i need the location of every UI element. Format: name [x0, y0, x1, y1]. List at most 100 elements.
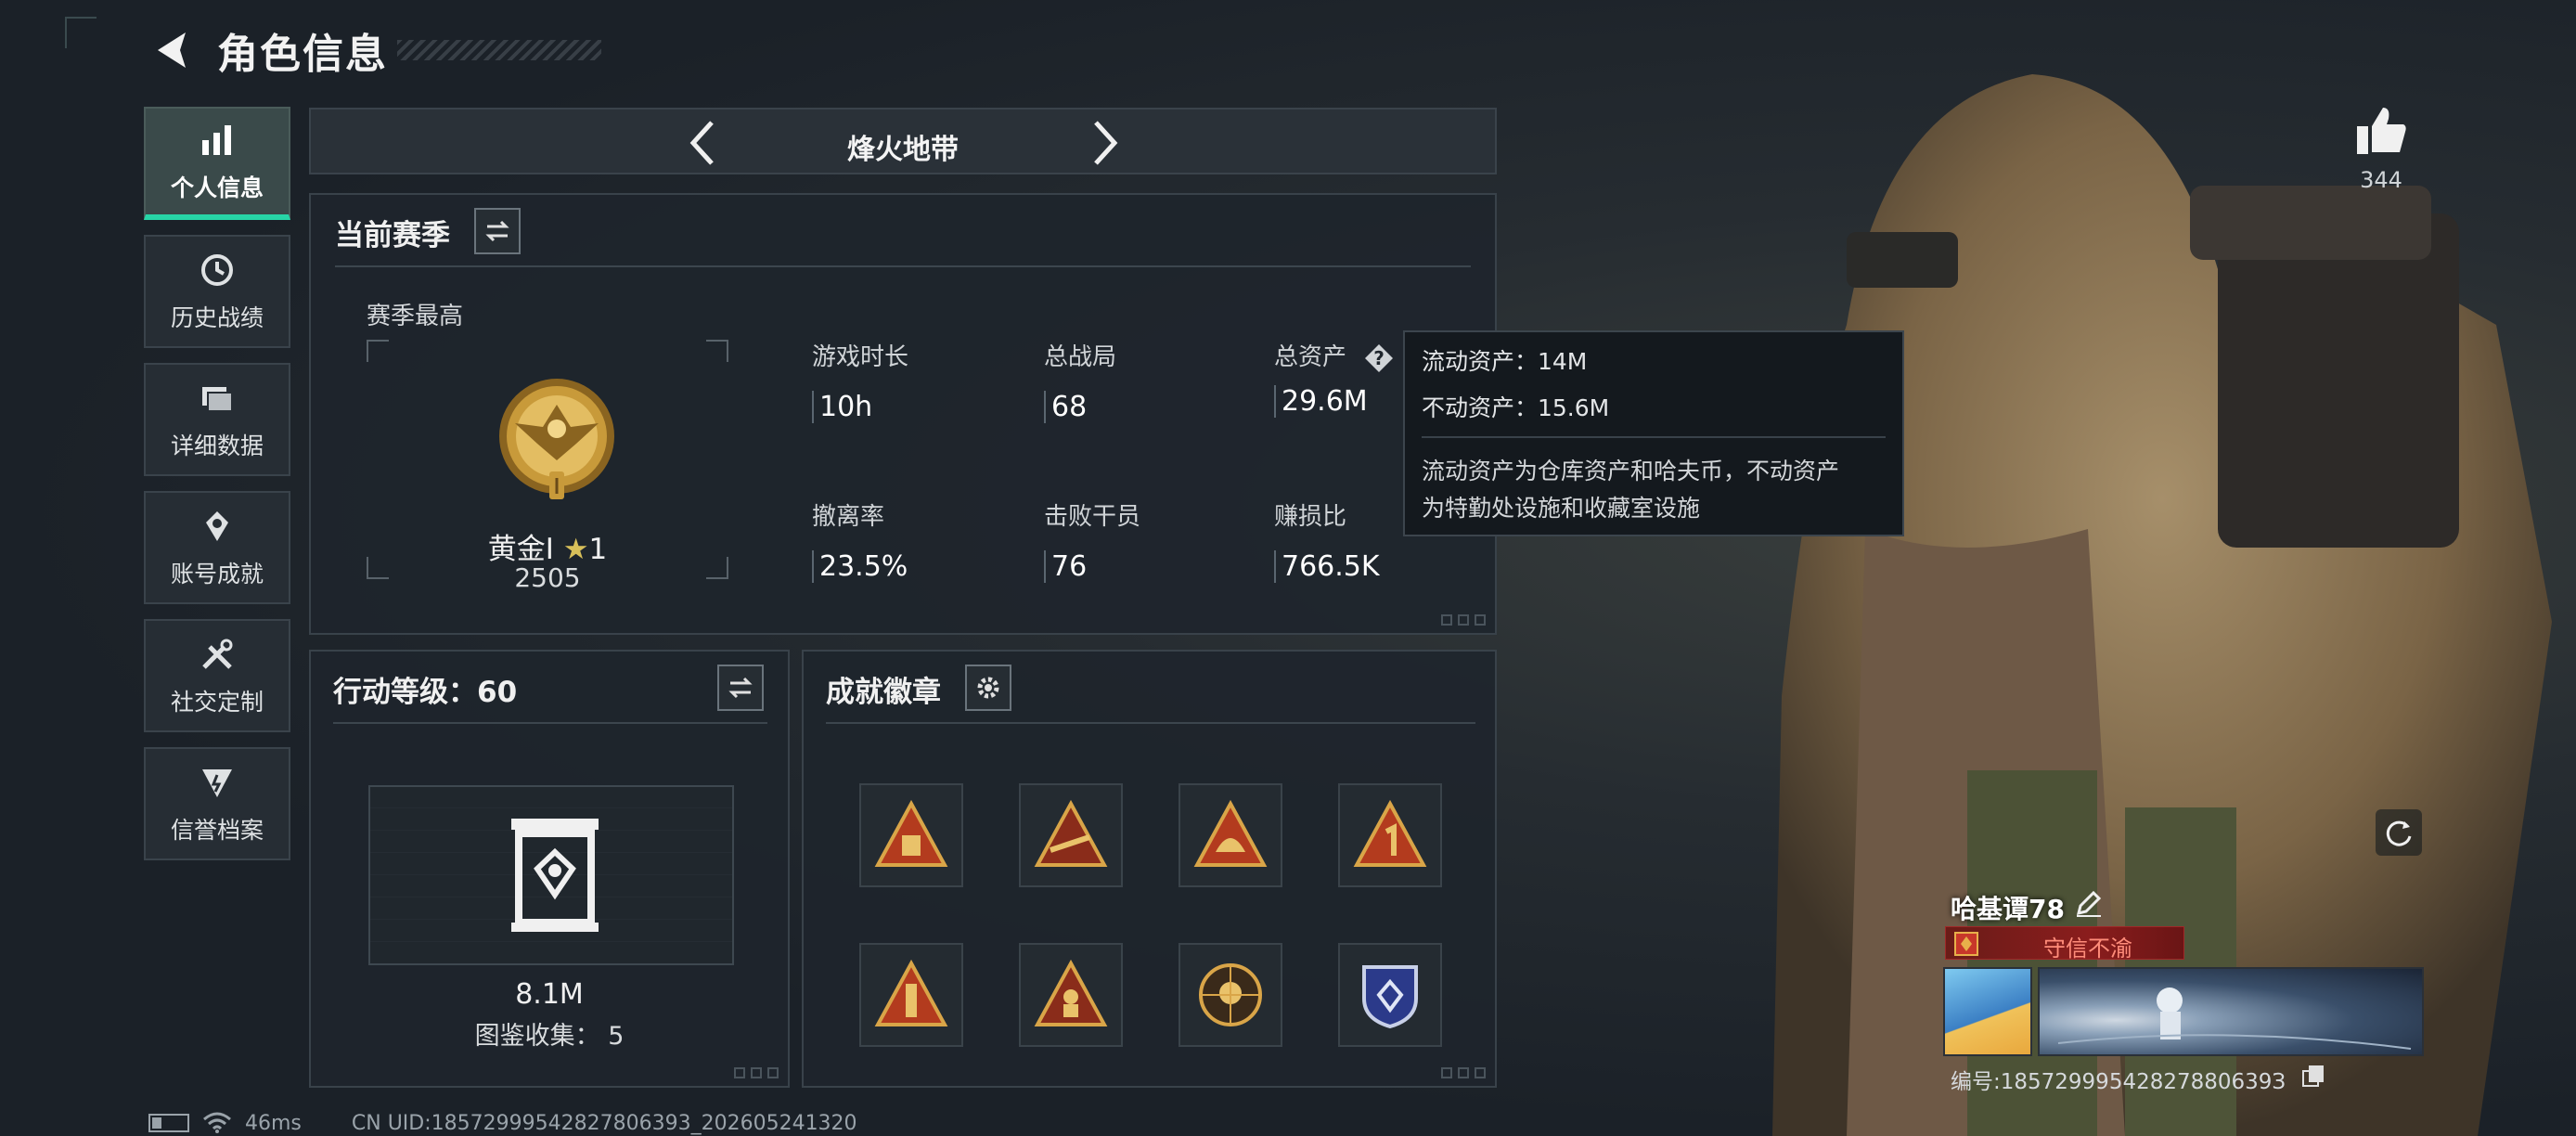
edit-icon[interactable] — [2073, 887, 2105, 919]
season-title: 当前赛季 — [335, 219, 450, 252]
badges-divider — [826, 722, 1475, 724]
sidebar-item-details[interactable]: 详细数据 — [144, 363, 290, 476]
stat-value: 68 — [1044, 391, 1248, 423]
triangle-badge-icon — [1034, 799, 1108, 867]
gold-rank-medal-icon — [499, 379, 614, 499]
frame-corner — [706, 340, 728, 362]
sidebar-item-label: 社交定制 — [170, 689, 264, 716]
stat-extraction-rate: 撤离率 23.5% — [812, 497, 1016, 583]
collection-card[interactable] — [368, 785, 734, 965]
sidebar-item-social[interactable]: 社交定制 — [144, 619, 290, 732]
stat-operators-defeated: 击败干员 76 — [1044, 497, 1248, 583]
badges-settings-button[interactable] — [965, 665, 1011, 711]
status-bar: 46ms CN UID:18572999542827806393_2026052… — [148, 1110, 857, 1136]
page-title: 角色信息 — [217, 31, 388, 78]
rank-name: 黄金Ⅰ — [487, 533, 554, 566]
badge-tower[interactable] — [859, 943, 963, 1047]
season-switch-button[interactable] — [474, 208, 521, 254]
action-level-panel: 行动等级：60 8.1M 图鉴收集： 5 — [309, 650, 790, 1088]
wifi-icon — [203, 1112, 231, 1133]
honor-title-text: 守信不渝 — [2043, 936, 2132, 962]
badge-soldier[interactable] — [1019, 943, 1123, 1047]
level-switch-button[interactable] — [717, 665, 764, 711]
rank-star-count: 1 — [588, 533, 608, 566]
season-divider — [335, 265, 1471, 267]
badge-helmet[interactable] — [1179, 783, 1282, 887]
panel-corner-decoration — [734, 1067, 779, 1078]
tooltip-liquid-assets: 流动资产：14M — [1422, 348, 1588, 375]
achievement-badges-panel: 成就徽章 — [802, 650, 1497, 1088]
profile-banner[interactable] — [2038, 967, 2424, 1056]
credit-icon — [202, 769, 232, 797]
back-arrow-icon[interactable] — [148, 27, 195, 73]
sidebar-item-label: 信誉档案 — [170, 817, 264, 844]
stat-value: 766.5K — [1274, 550, 1478, 583]
frame-corner — [367, 340, 389, 362]
badge-weapon[interactable] — [1019, 783, 1123, 887]
badges-title: 成就徽章 — [826, 676, 941, 709]
badge-skull[interactable] — [1179, 943, 1282, 1047]
sidebar-item-history[interactable]: 历史战绩 — [144, 235, 290, 348]
stat-value: 10h — [812, 391, 1016, 423]
sidebar-item-label: 详细数据 — [170, 432, 264, 459]
thumbs-up-icon[interactable] — [2353, 102, 2409, 158]
tooltip-description-line1: 流动资产为仓库资产和哈夫币，不动资产 — [1422, 458, 1840, 484]
triangle-badge-icon — [1353, 799, 1427, 867]
player-profile-card: 哈基谭78 守信不渝 编号:18572999542827880639З — [1943, 882, 2424, 1095]
swap-icon — [728, 677, 753, 699]
triangle-badge-icon — [1193, 799, 1268, 867]
refresh-icon — [2386, 820, 2412, 846]
rank-score: 2505 — [514, 562, 581, 593]
honor-title-bar[interactable]: 守信不渝 — [1945, 926, 2184, 962]
sidebar-item-achievements[interactable]: 账号成就 — [144, 491, 290, 604]
stat-value: 76 — [1044, 550, 1248, 583]
panel-corner-decoration — [1441, 1067, 1486, 1078]
help-icon[interactable]: ? — [1363, 342, 1395, 374]
sidebar-item-personal-info[interactable]: 个人信息 — [144, 107, 290, 220]
season-best-label: 赛季最高 — [367, 303, 464, 330]
sidebar-item-label: 账号成就 — [170, 561, 264, 587]
star-icon: ★ — [562, 533, 589, 566]
panel-corner-decoration — [1441, 614, 1486, 626]
sidebar-item-label: 个人信息 — [170, 174, 264, 201]
sidebar-item-credit[interactable]: 信誉档案 — [144, 747, 290, 860]
badge-supply[interactable] — [859, 783, 963, 887]
tools-icon — [202, 639, 233, 669]
stat-label: 击败干员 — [1044, 503, 1141, 531]
triangle-badge-icon — [1034, 959, 1108, 1026]
total-assets-label: 总资产 — [1274, 343, 1347, 371]
round-badge-icon — [1199, 963, 1262, 1026]
svg-text:?: ? — [1373, 347, 1385, 369]
tooltip-fixed-assets: 不动资产：15.6M — [1422, 394, 1610, 421]
like-count: 344 — [2360, 167, 2402, 193]
player-id: 编号:18572999542827880639З — [1951, 1070, 2286, 1094]
tooltip-divider — [1422, 436, 1886, 438]
season-panel: 当前赛季 赛季最高 黄金Ⅰ ★1 2505 游戏时长 10h 总战局 68 总资… — [309, 193, 1497, 635]
stat-play-time: 游戏时长 10h — [812, 338, 1016, 423]
rotate-model-button[interactable] — [2376, 809, 2422, 856]
badge-first[interactable] — [1338, 783, 1442, 887]
avatar[interactable] — [1943, 967, 2032, 1056]
mode-selector: 烽火地带 — [309, 108, 1497, 174]
triangle-badge-icon — [874, 799, 948, 867]
page-header: 角色信息 — [148, 22, 601, 78]
stat-label: 游戏时长 — [812, 343, 909, 371]
corner-decoration — [65, 17, 97, 48]
mode-label: 烽火地带 — [847, 134, 959, 166]
title-stripe-decoration — [397, 40, 601, 60]
sidebar-item-label: 历史战绩 — [170, 304, 264, 331]
battery-icon — [148, 1114, 189, 1132]
shield-badge-icon — [1362, 965, 1418, 1029]
action-level-title: 行动等级：60 — [333, 676, 518, 709]
swap-icon — [485, 220, 509, 242]
achievement-icon — [206, 511, 228, 541]
copy-icon[interactable] — [2301, 1064, 2325, 1088]
chevron-right-icon[interactable] — [1077, 117, 1129, 169]
tooltip-description-line2: 为特勤处设施和收藏室设施 — [1422, 495, 1701, 522]
rank-line: 黄金Ⅰ ★1 — [367, 525, 728, 567]
stat-total-matches: 总战局 68 — [1044, 338, 1248, 423]
collection-value: 8.1M — [515, 978, 584, 1011]
player-name: 哈基谭78 — [1951, 894, 2065, 924]
collection-count: 图鉴收集： 5 — [474, 1022, 625, 1051]
badge-shield[interactable] — [1338, 943, 1442, 1047]
